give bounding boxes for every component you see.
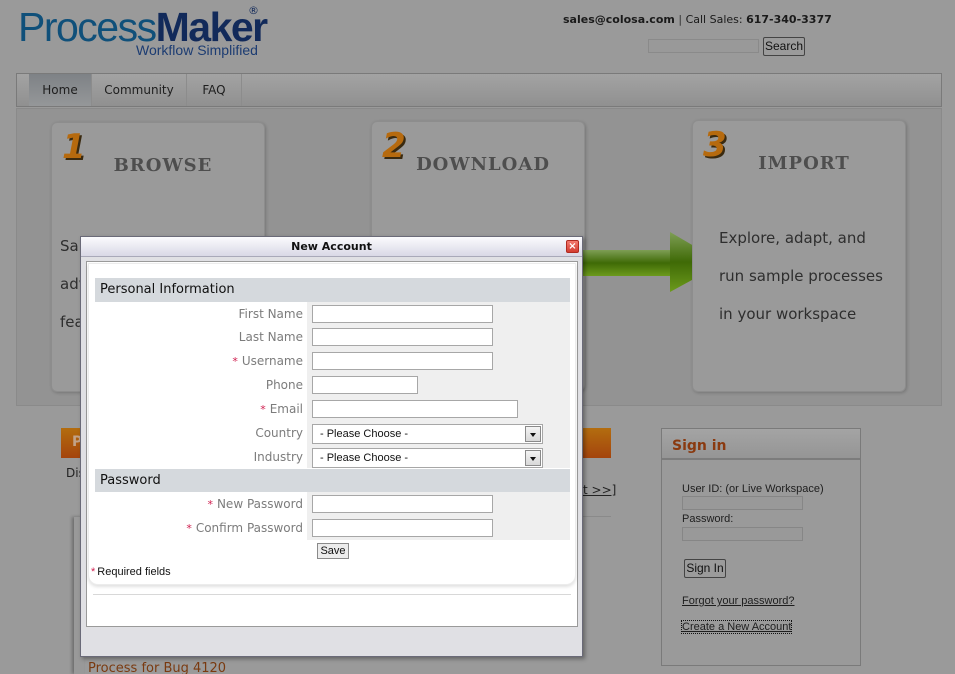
industry-select[interactable]: - Please Choose - [312, 448, 543, 468]
section-header-badge [583, 428, 611, 458]
form-card: Personal Information First Name Last Nam… [88, 263, 576, 585]
step-line: run sample processes [719, 267, 883, 285]
row-email: * Email [95, 399, 570, 423]
contact-phone: 617-340-3377 [746, 13, 832, 26]
contact-email: sales@colosa.com [563, 13, 675, 26]
userid-input[interactable] [682, 496, 803, 510]
required-note-text: Required fields [97, 566, 171, 578]
new-password-label-text: New Password [216, 497, 303, 511]
required-marker: * [186, 522, 192, 535]
phone-input[interactable] [312, 376, 418, 394]
nav-community[interactable]: Community [92, 74, 187, 106]
username-label-text: Username [241, 354, 303, 368]
main-navbar: Home Community FAQ [16, 73, 942, 107]
nav-faq[interactable]: FAQ [187, 74, 242, 106]
dialog-body: Personal Information First Name Last Nam… [86, 261, 578, 627]
signin-title: Sign in [662, 429, 860, 460]
dialog-titlebar[interactable]: New Account × [81, 237, 582, 257]
row-country: Country - Please Choose - [95, 423, 570, 447]
divider [93, 594, 571, 595]
row-last-name: Last Name [95, 327, 570, 351]
username-label: * Username [232, 354, 303, 368]
close-icon[interactable]: × [566, 240, 579, 253]
contact-info: sales@colosa.com | Call Sales: 617-340-3… [563, 13, 832, 26]
row-username: * Username [95, 351, 570, 375]
userid-label: User ID: (or Live Workspace) [682, 483, 824, 495]
logo-tagline: Workflow Simplified [136, 42, 258, 58]
confirm-password-input[interactable] [312, 519, 493, 537]
processmaker-logo[interactable]: ProcessMaker ® Workflow Simplified [18, 4, 268, 58]
step-title: DOWNLOAD [416, 154, 550, 175]
new-password-input[interactable] [312, 495, 493, 513]
password-label: Password: [682, 513, 734, 525]
section-password: Password [95, 469, 570, 492]
chevron-down-icon[interactable] [525, 426, 541, 442]
username-input[interactable] [312, 352, 493, 370]
nav-home[interactable]: Home [29, 74, 92, 106]
site-search-button[interactable]: Search [763, 37, 805, 56]
save-button[interactable]: Save [317, 543, 349, 559]
forgot-password-link[interactable]: Forgot your password? [682, 595, 795, 607]
step-line: in your workspace [719, 305, 857, 323]
row-confirm-password: * Confirm Password [95, 518, 570, 542]
row-phone: Phone [95, 375, 570, 399]
contact-call-label: Call Sales: [685, 13, 743, 26]
required-marker: * [232, 355, 238, 368]
process-link[interactable]: Process for Bug 4120 [88, 661, 226, 674]
country-select[interactable]: - Please Choose - [312, 424, 543, 444]
first-name-label: First Name [238, 307, 303, 321]
chevron-down-icon[interactable] [525, 450, 541, 466]
row-industry: Industry - Please Choose - [95, 447, 570, 471]
email-label: * Email [260, 402, 303, 416]
required-marker: * [207, 498, 213, 511]
country-label: Country [255, 426, 303, 440]
last-name-label: Last Name [238, 330, 303, 344]
industry-selected-value: - Please Choose - [320, 452, 409, 464]
next-link[interactable]: t >>] [583, 483, 616, 497]
new-account-dialog: New Account × Personal Information First… [80, 236, 583, 657]
step-card-import: 3 IMPORT Explore, adapt, and run sample … [692, 120, 906, 392]
required-fields-note: * Required fields [91, 566, 171, 578]
row-new-password: * New Password [95, 494, 570, 518]
required-marker: * [260, 403, 266, 416]
email-label-text: Email [269, 402, 303, 416]
contact-separator: | [678, 13, 683, 26]
dialog-title: New Account [291, 240, 372, 253]
password-input[interactable] [682, 527, 803, 541]
industry-label: Industry [253, 450, 303, 464]
phone-label: Phone [265, 378, 303, 392]
confirm-password-label-text: Confirm Password [195, 521, 303, 535]
divider [583, 516, 611, 517]
row-first-name: First Name [95, 304, 570, 328]
country-selected-value: - Please Choose - [320, 428, 409, 440]
section-personal-information: Personal Information [95, 278, 570, 302]
step-title: BROWSE [113, 155, 213, 176]
registered-mark: ® [248, 4, 259, 17]
new-password-label: * New Password [207, 497, 303, 511]
last-name-input[interactable] [312, 328, 493, 346]
first-name-input[interactable] [312, 305, 493, 323]
step-line: Explore, adapt, and [719, 229, 866, 247]
site-search-input[interactable] [648, 39, 759, 53]
signin-button[interactable]: Sign In [684, 559, 726, 578]
signin-panel: Sign in User ID: (or Live Workspace) Pas… [661, 428, 861, 666]
required-marker: * [91, 566, 96, 578]
create-account-link[interactable]: Create a New Account [680, 620, 793, 634]
step-description: Explore, adapt, and run sample processes… [719, 219, 919, 333]
confirm-password-label: * Confirm Password [186, 521, 303, 535]
email-input[interactable] [312, 400, 518, 418]
step-title: IMPORT [758, 153, 850, 174]
logo-process-text: Process [18, 4, 157, 50]
